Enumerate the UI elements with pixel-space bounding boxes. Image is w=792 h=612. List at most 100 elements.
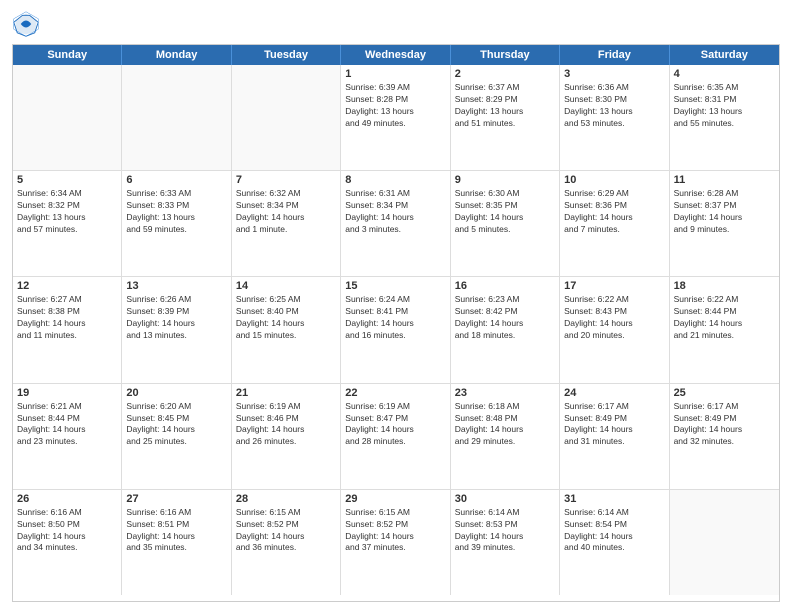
day-cell-14: 14 Sunrise: 6:25 AM Sunset: 8:40 PM Dayli… [232,277,341,382]
day-cell-31: 31 Sunrise: 6:14 AM Sunset: 8:54 PM Dayli… [560,490,669,595]
day-details: Sunrise: 6:17 AM Sunset: 8:49 PM Dayligh… [564,401,664,449]
header-day-saturday: Saturday [670,45,779,65]
calendar-header-row: SundayMondayTuesdayWednesdayThursdayFrid… [13,45,779,65]
day-number: 4 [674,68,775,80]
empty-cell [13,65,122,170]
day-cell-5: 5 Sunrise: 6:34 AM Sunset: 8:32 PM Daylig… [13,171,122,276]
day-number: 13 [126,280,226,292]
calendar: SundayMondayTuesdayWednesdayThursdayFrid… [12,44,780,602]
day-details: Sunrise: 6:34 AM Sunset: 8:32 PM Dayligh… [17,188,117,236]
day-number: 16 [455,280,555,292]
day-number: 21 [236,387,336,399]
day-number: 15 [345,280,445,292]
day-number: 22 [345,387,445,399]
day-cell-15: 15 Sunrise: 6:24 AM Sunset: 8:41 PM Dayli… [341,277,450,382]
header-day-wednesday: Wednesday [341,45,450,65]
day-details: Sunrise: 6:21 AM Sunset: 8:44 PM Dayligh… [17,401,117,449]
day-cell-24: 24 Sunrise: 6:17 AM Sunset: 8:49 PM Dayli… [560,384,669,489]
day-details: Sunrise: 6:36 AM Sunset: 8:30 PM Dayligh… [564,82,664,130]
day-details: Sunrise: 6:25 AM Sunset: 8:40 PM Dayligh… [236,294,336,342]
day-cell-3: 3 Sunrise: 6:36 AM Sunset: 8:30 PM Daylig… [560,65,669,170]
day-cell-26: 26 Sunrise: 6:16 AM Sunset: 8:50 PM Dayli… [13,490,122,595]
header-day-thursday: Thursday [451,45,560,65]
day-details: Sunrise: 6:24 AM Sunset: 8:41 PM Dayligh… [345,294,445,342]
day-cell-7: 7 Sunrise: 6:32 AM Sunset: 8:34 PM Daylig… [232,171,341,276]
day-details: Sunrise: 6:19 AM Sunset: 8:46 PM Dayligh… [236,401,336,449]
calendar-week-3: 12 Sunrise: 6:27 AM Sunset: 8:38 PM Dayli… [13,277,779,383]
day-cell-9: 9Sunrise: 6:30 AM Sunset: 8:35 PM Daylig… [451,171,560,276]
empty-cell [232,65,341,170]
day-number: 5 [17,174,117,186]
day-details: Sunrise: 6:32 AM Sunset: 8:34 PM Dayligh… [236,188,336,236]
day-details: Sunrise: 6:35 AM Sunset: 8:31 PM Dayligh… [674,82,775,130]
page: SundayMondayTuesdayWednesdayThursdayFrid… [0,0,792,612]
day-number: 26 [17,493,117,505]
day-details: Sunrise: 6:22 AM Sunset: 8:44 PM Dayligh… [674,294,775,342]
day-number: 3 [564,68,664,80]
day-cell-30: 30 Sunrise: 6:14 AM Sunset: 8:53 PM Dayli… [451,490,560,595]
day-details: Sunrise: 6:26 AM Sunset: 8:39 PM Dayligh… [126,294,226,342]
day-number: 31 [564,493,664,505]
empty-cell [122,65,231,170]
header-day-friday: Friday [560,45,669,65]
day-number: 11 [674,174,775,186]
day-details: Sunrise: 6:31 AM Sunset: 8:34 PM Dayligh… [345,188,445,236]
calendar-week-1: 1Sunrise: 6:39 AM Sunset: 8:28 PM Daylig… [13,65,779,171]
day-number: 20 [126,387,226,399]
day-details: Sunrise: 6:17 AM Sunset: 8:49 PM Dayligh… [674,401,775,449]
header [12,10,780,38]
day-details: Sunrise: 6:16 AM Sunset: 8:50 PM Dayligh… [17,507,117,555]
day-details: Sunrise: 6:28 AM Sunset: 8:37 PM Dayligh… [674,188,775,236]
day-details: Sunrise: 6:27 AM Sunset: 8:38 PM Dayligh… [17,294,117,342]
day-cell-20: 20 Sunrise: 6:20 AM Sunset: 8:45 PM Dayli… [122,384,231,489]
header-day-sunday: Sunday [13,45,122,65]
day-details: Sunrise: 6:19 AM Sunset: 8:47 PM Dayligh… [345,401,445,449]
day-number: 1 [345,68,445,80]
calendar-week-2: 5 Sunrise: 6:34 AM Sunset: 8:32 PM Daylig… [13,171,779,277]
day-cell-17: 17Sunrise: 6:22 AM Sunset: 8:43 PM Dayli… [560,277,669,382]
day-cell-28: 28Sunrise: 6:15 AM Sunset: 8:52 PM Dayli… [232,490,341,595]
day-cell-29: 29Sunrise: 6:15 AM Sunset: 8:52 PM Dayli… [341,490,450,595]
day-cell-16: 16 Sunrise: 6:23 AM Sunset: 8:42 PM Dayli… [451,277,560,382]
day-number: 25 [674,387,775,399]
day-cell-1: 1Sunrise: 6:39 AM Sunset: 8:28 PM Daylig… [341,65,450,170]
day-cell-12: 12 Sunrise: 6:27 AM Sunset: 8:38 PM Dayli… [13,277,122,382]
day-number: 6 [126,174,226,186]
day-details: Sunrise: 6:20 AM Sunset: 8:45 PM Dayligh… [126,401,226,449]
day-number: 23 [455,387,555,399]
day-details: Sunrise: 6:14 AM Sunset: 8:53 PM Dayligh… [455,507,555,555]
day-number: 7 [236,174,336,186]
day-cell-27: 27Sunrise: 6:16 AM Sunset: 8:51 PM Dayli… [122,490,231,595]
day-details: Sunrise: 6:18 AM Sunset: 8:48 PM Dayligh… [455,401,555,449]
day-number: 9 [455,174,555,186]
day-details: Sunrise: 6:33 AM Sunset: 8:33 PM Dayligh… [126,188,226,236]
day-number: 12 [17,280,117,292]
day-details: Sunrise: 6:14 AM Sunset: 8:54 PM Dayligh… [564,507,664,555]
day-details: Sunrise: 6:29 AM Sunset: 8:36 PM Dayligh… [564,188,664,236]
day-number: 10 [564,174,664,186]
day-cell-4: 4 Sunrise: 6:35 AM Sunset: 8:31 PM Daylig… [670,65,779,170]
day-number: 24 [564,387,664,399]
day-number: 14 [236,280,336,292]
day-cell-6: 6 Sunrise: 6:33 AM Sunset: 8:33 PM Daylig… [122,171,231,276]
day-cell-13: 13 Sunrise: 6:26 AM Sunset: 8:39 PM Dayli… [122,277,231,382]
calendar-week-5: 26 Sunrise: 6:16 AM Sunset: 8:50 PM Dayli… [13,490,779,595]
day-details: Sunrise: 6:15 AM Sunset: 8:52 PM Dayligh… [236,507,336,555]
logo [12,10,44,38]
day-cell-21: 21 Sunrise: 6:19 AM Sunset: 8:46 PM Dayli… [232,384,341,489]
day-cell-19: 19 Sunrise: 6:21 AM Sunset: 8:44 PM Dayli… [13,384,122,489]
day-cell-23: 23 Sunrise: 6:18 AM Sunset: 8:48 PM Dayli… [451,384,560,489]
day-details: Sunrise: 6:22 AM Sunset: 8:43 PM Dayligh… [564,294,664,342]
day-details: Sunrise: 6:23 AM Sunset: 8:42 PM Dayligh… [455,294,555,342]
day-number: 30 [455,493,555,505]
day-number: 19 [17,387,117,399]
header-day-monday: Monday [122,45,231,65]
day-details: Sunrise: 6:37 AM Sunset: 8:29 PM Dayligh… [455,82,555,130]
day-cell-25: 25 Sunrise: 6:17 AM Sunset: 8:49 PM Dayli… [670,384,779,489]
day-number: 27 [126,493,226,505]
header-day-tuesday: Tuesday [232,45,341,65]
calendar-body: 1Sunrise: 6:39 AM Sunset: 8:28 PM Daylig… [13,65,779,595]
calendar-week-4: 19 Sunrise: 6:21 AM Sunset: 8:44 PM Dayli… [13,384,779,490]
day-cell-10: 10 Sunrise: 6:29 AM Sunset: 8:36 PM Dayli… [560,171,669,276]
day-cell-2: 2Sunrise: 6:37 AM Sunset: 8:29 PM Daylig… [451,65,560,170]
